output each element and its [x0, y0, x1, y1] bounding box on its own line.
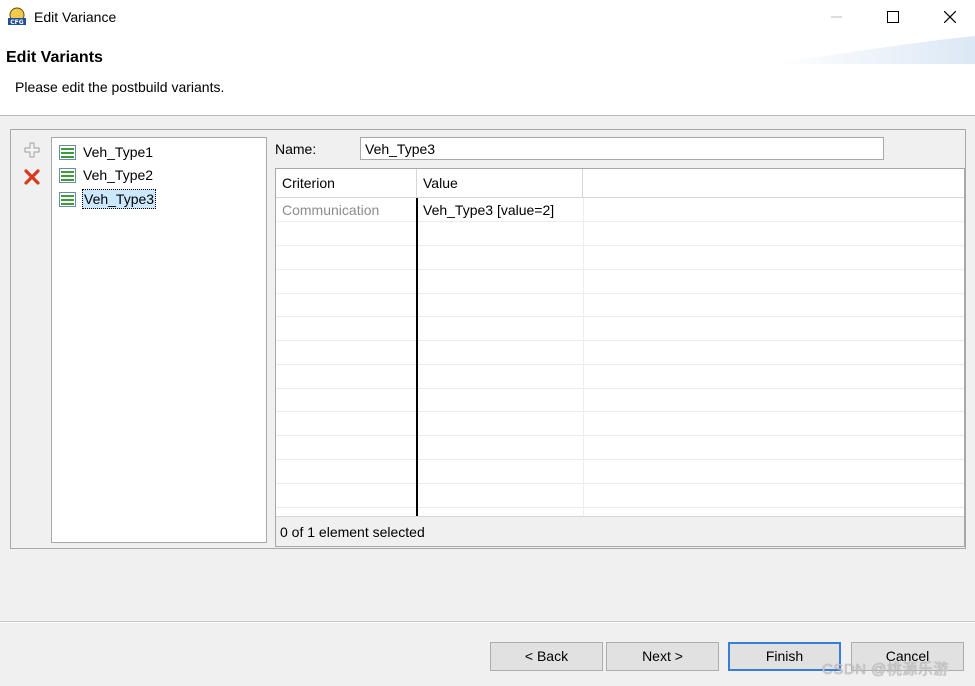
page-title: Edit Variants	[6, 49, 103, 66]
title-bar: CFG Edit Variance	[0, 0, 975, 34]
grid-line	[276, 269, 964, 270]
grid-line	[276, 340, 964, 341]
back-button[interactable]: < Back	[490, 642, 603, 671]
table-body[interactable]: Communication Veh_Type3 [value=2]	[276, 198, 964, 516]
variant-icon	[59, 191, 76, 207]
minimize-button[interactable]	[808, 0, 866, 34]
next-button[interactable]: Next >	[606, 642, 719, 671]
window-title: Edit Variance	[34, 9, 117, 25]
selection-status: 0 of 1 element selected	[280, 524, 425, 540]
watermark: CSDN @桃源乐游	[822, 661, 949, 678]
column-divider	[416, 198, 418, 516]
variant-icon	[59, 167, 76, 183]
grid-line	[276, 221, 964, 222]
value-cell[interactable]: Veh_Type3 [value=2]	[423, 202, 554, 218]
page-description: Please edit the postbuild variants.	[15, 79, 225, 95]
column-header-filler	[583, 169, 964, 198]
red-x-icon	[24, 169, 40, 185]
grid-line	[276, 459, 964, 460]
variant-label: Veh_Type2	[83, 167, 154, 183]
plus-icon	[24, 142, 40, 158]
app-icon: CFG	[8, 7, 26, 26]
variant-item[interactable]: Veh_Type1	[59, 142, 154, 162]
variant-item[interactable]: Veh_Type2	[59, 165, 154, 185]
grid-line	[276, 507, 964, 508]
grid-line	[276, 411, 964, 412]
grid-line	[276, 245, 964, 246]
close-button[interactable]	[921, 0, 975, 34]
criterion-cell: Communication	[282, 202, 380, 218]
column-header-criterion[interactable]: Criterion	[276, 169, 417, 198]
table-header: Criterion Value	[276, 169, 964, 198]
svg-text:CFG: CFG	[10, 19, 24, 26]
variant-list[interactable]: Veh_Type1 Veh_Type2 Veh_Type3	[51, 137, 267, 543]
separator	[0, 622, 975, 623]
minimize-icon	[831, 16, 842, 18]
header-banner-graphic	[775, 36, 975, 64]
table-status-bar: 0 of 1 element selected	[276, 516, 964, 546]
wizard-header: Edit Variants Please edit the postbuild …	[0, 34, 975, 116]
grid-line	[276, 435, 964, 436]
grid-line	[276, 483, 964, 484]
grid-line	[276, 364, 964, 365]
name-label: Name:	[275, 141, 317, 157]
remove-variant-button[interactable]	[22, 167, 42, 187]
add-variant-button[interactable]	[22, 140, 42, 160]
name-input[interactable]	[360, 137, 884, 160]
variant-icon	[59, 144, 76, 160]
variants-panel: Veh_Type1 Veh_Type2 Veh_Type3 Name: Cri	[10, 129, 966, 549]
criteria-table[interactable]: Criterion Value Communication Veh_Type3 …	[275, 168, 965, 547]
grid-line	[276, 388, 964, 389]
grid-line	[276, 316, 964, 317]
variant-label: Veh_Type3	[82, 189, 157, 209]
variant-label: Veh_Type1	[83, 144, 154, 160]
grid-line	[583, 198, 584, 516]
maximize-button[interactable]	[864, 0, 922, 34]
close-icon	[944, 11, 956, 23]
grid-line	[276, 293, 964, 294]
column-header-value[interactable]: Value	[417, 169, 583, 198]
maximize-icon	[887, 11, 899, 23]
variant-item-selected[interactable]: Veh_Type3	[59, 189, 157, 209]
